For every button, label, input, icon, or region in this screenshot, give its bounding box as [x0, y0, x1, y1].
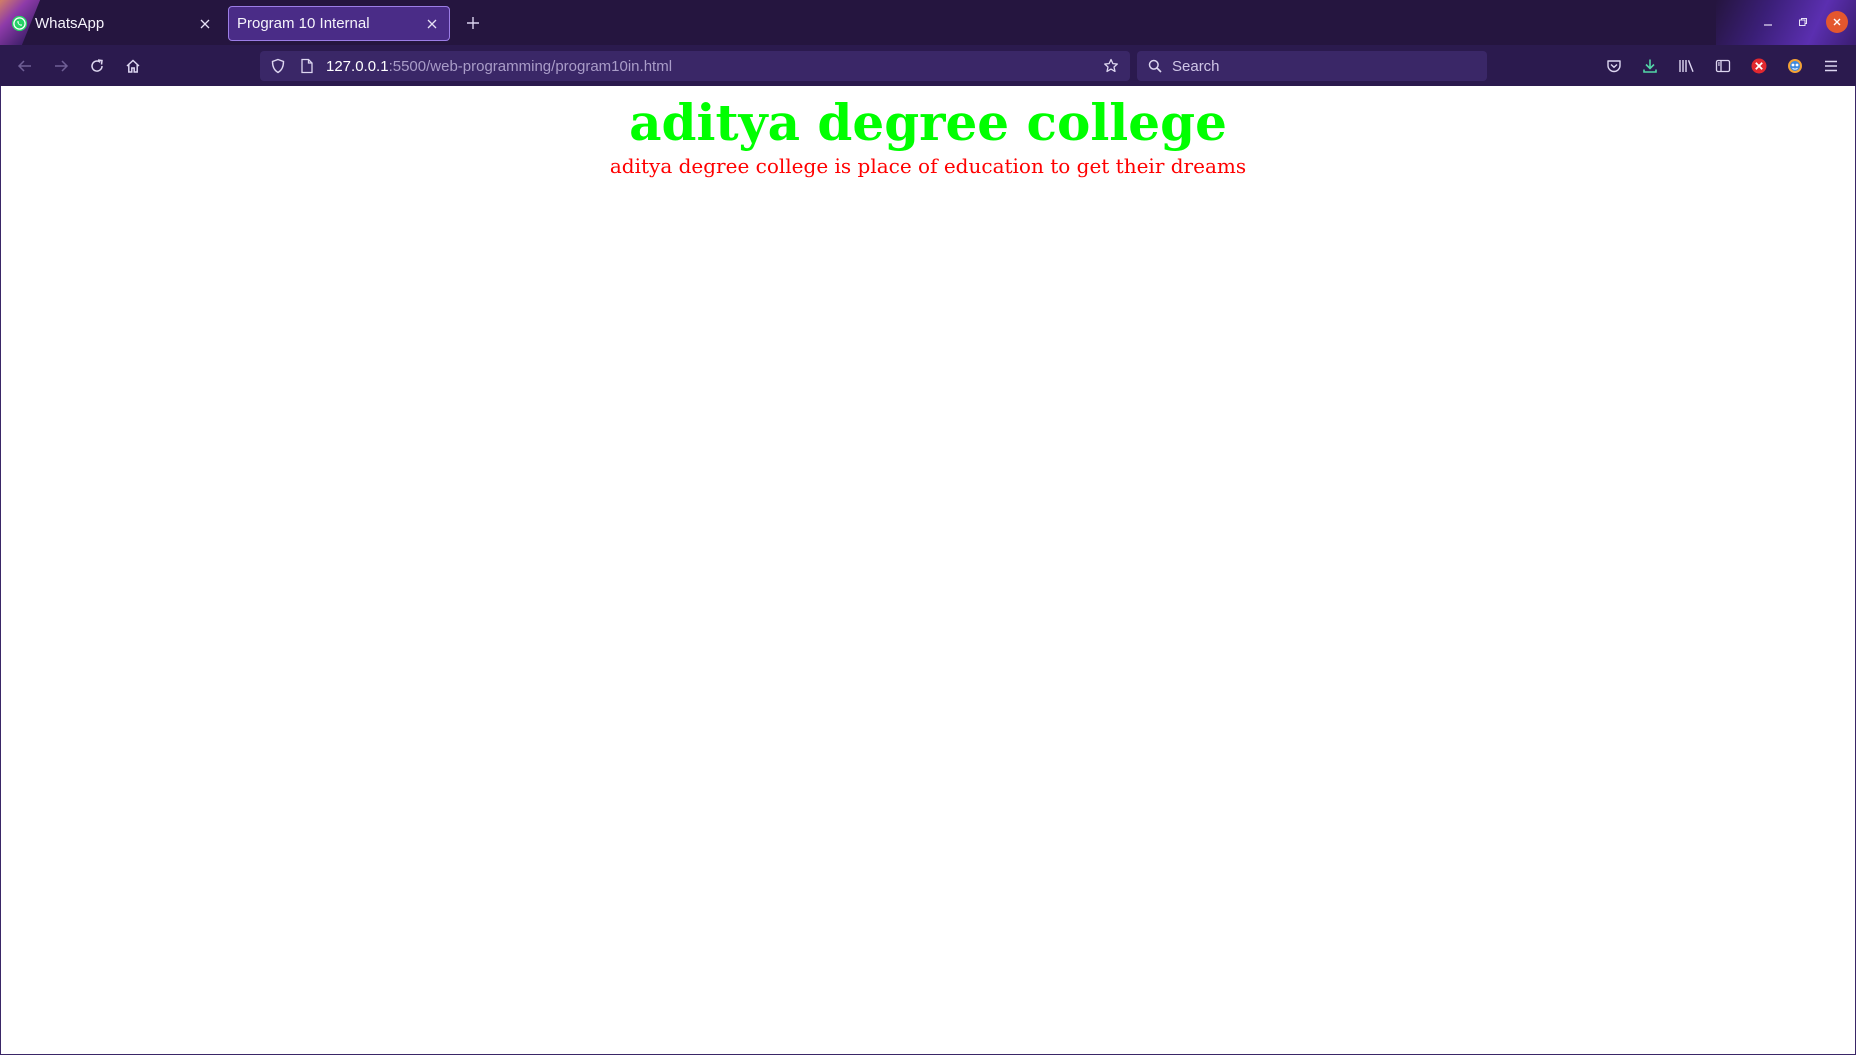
restore-icon — [1799, 18, 1807, 26]
download-icon — [1643, 59, 1657, 73]
navigation-toolbar: 127.0.0.1:5500/web-programming/program10… — [0, 45, 1856, 87]
tracking-protection-shield-icon[interactable] — [268, 58, 288, 74]
hamburger-menu-icon — [1825, 60, 1837, 72]
downloads-button[interactable] — [1638, 54, 1662, 78]
reload-button[interactable] — [84, 53, 110, 79]
close-tab-icon[interactable] — [421, 13, 443, 35]
new-tab-button[interactable] — [460, 10, 486, 36]
extension-icon — [1788, 59, 1802, 73]
reload-icon — [91, 59, 103, 72]
sidebar-icon — [1715, 59, 1731, 73]
close-window-button[interactable] — [1826, 11, 1848, 33]
plus-icon — [467, 17, 479, 29]
tab-program-10-internal[interactable]: Program 10 Internal — [228, 6, 450, 41]
blocker-extension-button[interactable] — [1747, 54, 1771, 78]
close-icon — [1833, 18, 1841, 26]
browser-window: WhatsApp Program 10 Internal 127.0.0.1:5… — [0, 0, 1856, 1055]
pocket-button[interactable] — [1602, 54, 1626, 78]
arrow-left-icon — [17, 60, 31, 72]
tab-label: WhatsApp — [35, 15, 105, 32]
pocket-icon — [1607, 60, 1621, 73]
minimize-icon — [1764, 24, 1772, 26]
app-menu-button[interactable] — [1819, 54, 1843, 78]
home-button[interactable] — [120, 53, 146, 79]
extension-button[interactable] — [1783, 54, 1807, 78]
search-bar[interactable] — [1137, 51, 1487, 81]
search-input[interactable] — [1170, 56, 1474, 76]
blocked-icon — [1751, 58, 1767, 74]
tab-whatsapp[interactable]: WhatsApp — [4, 6, 222, 41]
page-info-icon[interactable] — [298, 58, 316, 74]
forward-button[interactable] — [48, 53, 74, 79]
page-heading: aditya degree college — [629, 93, 1227, 152]
close-tab-icon[interactable] — [194, 13, 216, 35]
url-host: 127.0.0.1 — [326, 57, 389, 75]
library-icon — [1679, 60, 1694, 73]
search-icon — [1146, 59, 1164, 73]
page-viewport: aditya degree college aditya degree coll… — [0, 86, 1856, 1055]
library-button[interactable] — [1675, 54, 1699, 78]
home-icon — [126, 59, 140, 73]
arrow-right-icon — [55, 60, 69, 72]
bookmark-star-icon[interactable] — [1100, 55, 1122, 77]
page-tagline: aditya degree college is place of educat… — [609, 154, 1247, 178]
url-text[interactable]: 127.0.0.1:5500/web-programming/program10… — [326, 58, 672, 75]
tab-label: Program 10 Internal — [237, 15, 370, 32]
whatsapp-icon — [11, 15, 28, 32]
minimize-button[interactable] — [1757, 11, 1779, 33]
tab-strip: WhatsApp Program 10 Internal — [0, 0, 1856, 45]
restore-button[interactable] — [1792, 11, 1814, 33]
url-path: :5500/web-programming/program10in.html — [388, 57, 673, 75]
url-bar[interactable]: 127.0.0.1:5500/web-programming/program10… — [260, 51, 1130, 81]
back-button[interactable] — [12, 53, 38, 79]
sidebar-button[interactable] — [1711, 54, 1735, 78]
